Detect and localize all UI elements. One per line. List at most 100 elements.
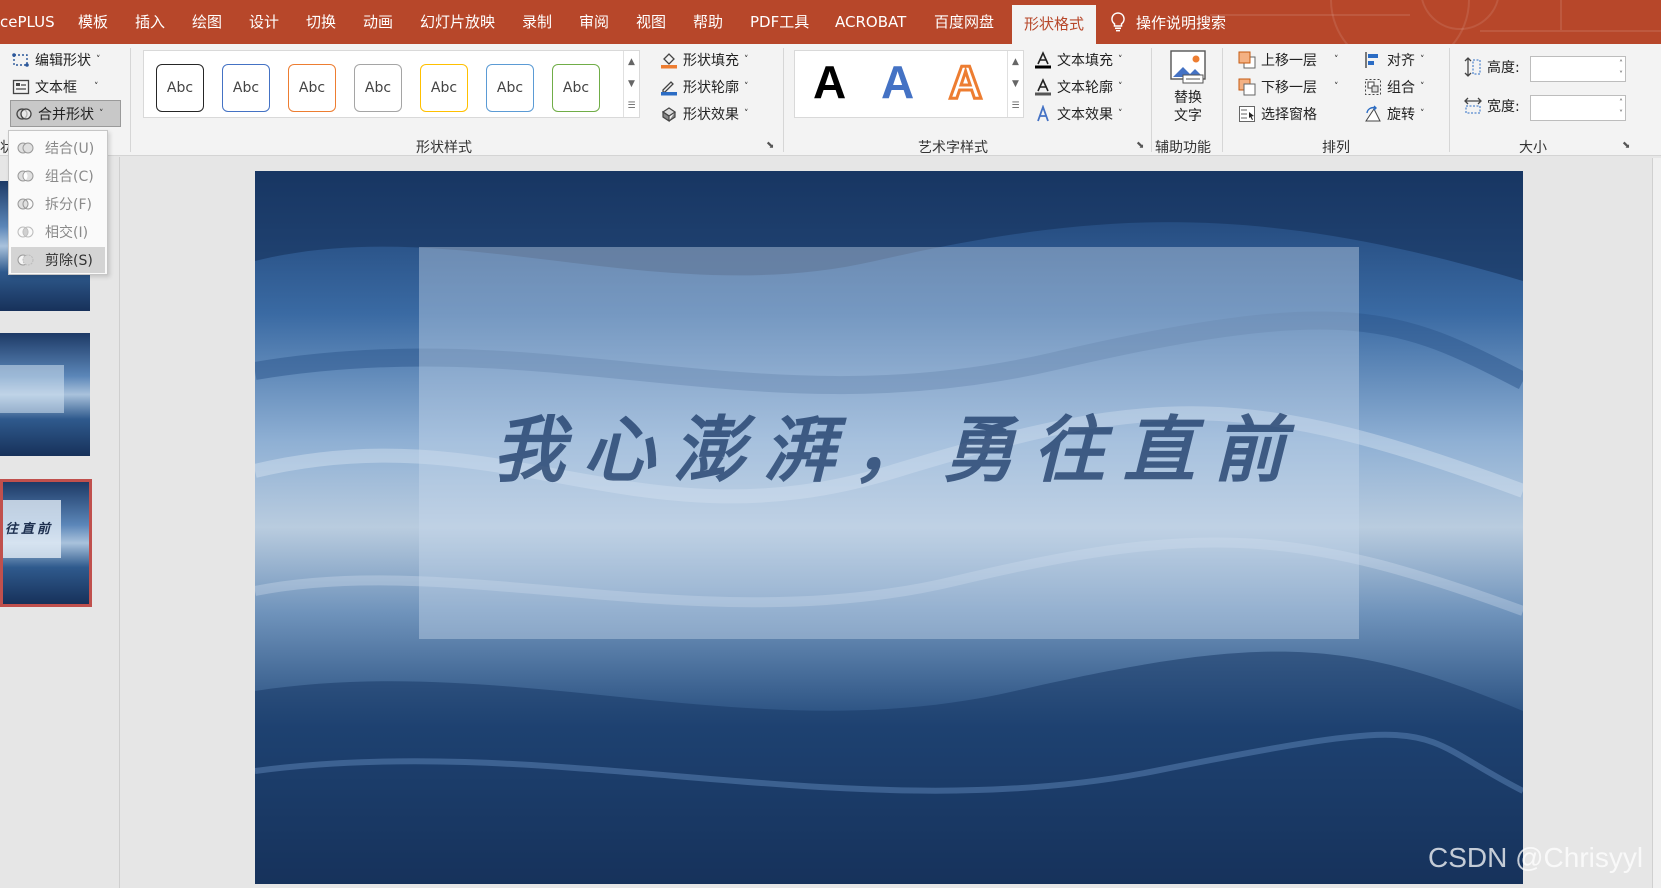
menu-item-subtract[interactable]: 剪除(S) (11, 247, 105, 273)
shape-effects-button[interactable]: 形状效果 ˅ (660, 102, 749, 126)
menu-item-label: 剪除(S) (45, 253, 93, 269)
scroll-up-icon[interactable]: ▲ (1012, 57, 1019, 67)
gallery-scroll[interactable]: ▲ ▼ ☰ (623, 51, 639, 117)
bring-forward-icon (1238, 51, 1256, 69)
tab-4[interactable]: 设计 (249, 0, 279, 44)
tab-15[interactable]: 形状格式 (1012, 5, 1097, 44)
tab-13[interactable]: ACROBAT (835, 0, 906, 44)
width-spinner[interactable]: ˄ ˅ (1619, 97, 1623, 119)
height-spinner[interactable]: ˄ ˅ (1619, 58, 1623, 80)
text-effects-label: 文本效果 (1057, 107, 1113, 123)
menu-item-combine[interactable]: 组合(C) (11, 163, 105, 189)
chevron-down-icon: ˅ (94, 82, 99, 92)
send-backward-button[interactable]: 下移一层 ˅ (1238, 75, 1339, 99)
slide-title-text[interactable]: 我心澎湃，勇往直前 (419, 247, 1359, 639)
right-scrollbar[interactable] (1652, 158, 1661, 888)
tab-9[interactable]: 审阅 (579, 0, 609, 44)
bring-forward-button[interactable]: 上移一层 ˅ (1238, 48, 1339, 72)
edit-shape-icon (12, 53, 29, 67)
rotate-label: 旋转 (1387, 107, 1415, 123)
size-group-label: 大小 (1519, 140, 1547, 156)
slide-canvas[interactable]: 我心澎湃，勇往直前 (255, 171, 1523, 884)
text-box-button[interactable]: 文本框 ˅ (12, 75, 99, 99)
translucent-rectangle[interactable]: 我心澎湃，勇往直前 (419, 247, 1359, 639)
chevron-down-icon: ˅ (1420, 109, 1425, 119)
align-icon (1365, 52, 1378, 68)
tab-12[interactable]: PDF工具 (750, 0, 809, 44)
menu-item-union[interactable]: 结合(U) (11, 135, 105, 161)
chevron-down-icon: ˅ (1118, 82, 1123, 92)
shape-style-preset-1[interactable]: Abc (222, 64, 270, 112)
group-separator (1222, 48, 1223, 152)
selection-pane-button[interactable]: 选择窗格 (1238, 102, 1317, 126)
tab-5[interactable]: 切换 (306, 0, 336, 44)
chevron-down-icon: ˅ (99, 108, 104, 119)
shape-style-preset-5[interactable]: Abc (486, 64, 534, 112)
ribbon: 编辑形状 ˅ 文本框 ˅ 合并形状 ˅ 状 Abc Abc Abc Abc Abc Abc Abc… (0, 44, 1661, 156)
width-input[interactable]: ˄ ˅ (1530, 95, 1626, 121)
width-label: 宽度: (1487, 99, 1520, 115)
menu-item-intersect[interactable]: 相交(I) (11, 219, 105, 245)
tell-me-search[interactable]: 操作说明搜索 (1110, 0, 1226, 44)
shape-fill-button[interactable]: 形状填充 ˅ (660, 48, 749, 72)
shape-style-preset-4[interactable]: Abc (420, 64, 468, 112)
chevron-down-icon: ˅ (1420, 55, 1425, 65)
shape-effects-label: 形状效果 (683, 107, 739, 123)
tab-7[interactable]: 幻灯片放映 (420, 0, 495, 44)
tab-10[interactable]: 视图 (636, 0, 666, 44)
dialog-launcher-icon[interactable]: ⬊ (1622, 140, 1630, 151)
scroll-up-icon[interactable]: ▲ (628, 57, 635, 67)
alt-text-icon (1170, 50, 1206, 84)
gallery-more-icon[interactable]: ☰ (1011, 101, 1019, 111)
dialog-launcher-icon[interactable]: ⬊ (1136, 140, 1144, 151)
alt-text-button[interactable]: 替换 文字 (1162, 49, 1214, 129)
gallery-more-icon[interactable]: ☰ (627, 101, 635, 111)
tab-6[interactable]: 动画 (363, 0, 393, 44)
text-outline-label: 文本轮廓 (1057, 80, 1113, 96)
merge-shapes-button[interactable]: 合并形状 ˅ (10, 100, 121, 127)
tab-1[interactable]: 模板 (78, 0, 108, 44)
shape-style-preset-3[interactable]: Abc (354, 64, 402, 112)
height-input[interactable]: ˄ ˅ (1530, 56, 1626, 82)
group-separator (1151, 48, 1152, 152)
gallery-scroll[interactable]: ▲ ▼ ☰ (1007, 51, 1023, 117)
tab-2[interactable]: 插入 (135, 0, 165, 44)
height-label: 高度: (1487, 60, 1520, 76)
shape-outline-button[interactable]: 形状轮廓 ˅ (660, 75, 749, 99)
slide-thumbnail-3-selected[interactable]: 往直前 (0, 479, 92, 607)
scroll-down-icon[interactable]: ▼ (628, 79, 635, 89)
shape-style-preset-0[interactable]: Abc (156, 64, 204, 112)
tab-11[interactable]: 帮助 (693, 0, 723, 44)
merge-shapes-label: 合并形状 (38, 106, 94, 123)
scroll-down-icon[interactable]: ▼ (1012, 79, 1019, 89)
text-fill-button[interactable]: 文本填充 ˅ (1034, 48, 1123, 72)
menu-item-fragment[interactable]: 拆分(F) (11, 191, 105, 217)
tab-0[interactable]: cePLUS (0, 0, 55, 44)
text-outline-button[interactable]: 文本轮廓 ˅ (1034, 75, 1123, 99)
intersect-icon (17, 226, 34, 238)
decor-line (1480, 30, 1661, 32)
thumbnail-text: 往直前 (5, 522, 54, 537)
chevron-down-icon: ˅ (1334, 55, 1339, 65)
wordart-styles-group-label: 艺术字样式 (918, 140, 988, 156)
dialog-launcher-icon[interactable]: ⬊ (766, 140, 774, 151)
wordart-preset-orange-outline[interactable]: A (947, 55, 983, 110)
text-box-icon (12, 79, 30, 95)
group-button[interactable]: 组合 ˅ (1364, 75, 1425, 99)
chevron-down-icon: ˅ (744, 109, 749, 119)
group-separator (783, 48, 784, 152)
shape-style-preset-6[interactable]: Abc (552, 64, 600, 112)
merge-shapes-menu: 结合(U) 组合(C) 拆分(F) 相交(I) 剪除(S) (8, 130, 108, 275)
rotate-button[interactable]: 旋转 ˅ (1364, 102, 1425, 126)
wordart-preset-blue[interactable]: A (881, 55, 914, 109)
tab-8[interactable]: 录制 (522, 0, 552, 44)
text-effects-button[interactable]: 文本效果 ˅ (1034, 102, 1123, 126)
tab-3[interactable]: 绘图 (192, 0, 222, 44)
edit-shape-button[interactable]: 编辑形状 ˅ (12, 48, 101, 72)
wordart-preset-black[interactable]: A (813, 55, 846, 109)
shape-style-preset-2[interactable]: Abc (288, 64, 336, 112)
align-button[interactable]: 对齐 ˅ (1364, 48, 1425, 72)
tab-14[interactable]: 百度网盘 (934, 0, 994, 44)
slide-thumbnail-2[interactable] (0, 333, 90, 456)
menu-item-label: 结合(U) (45, 141, 95, 157)
